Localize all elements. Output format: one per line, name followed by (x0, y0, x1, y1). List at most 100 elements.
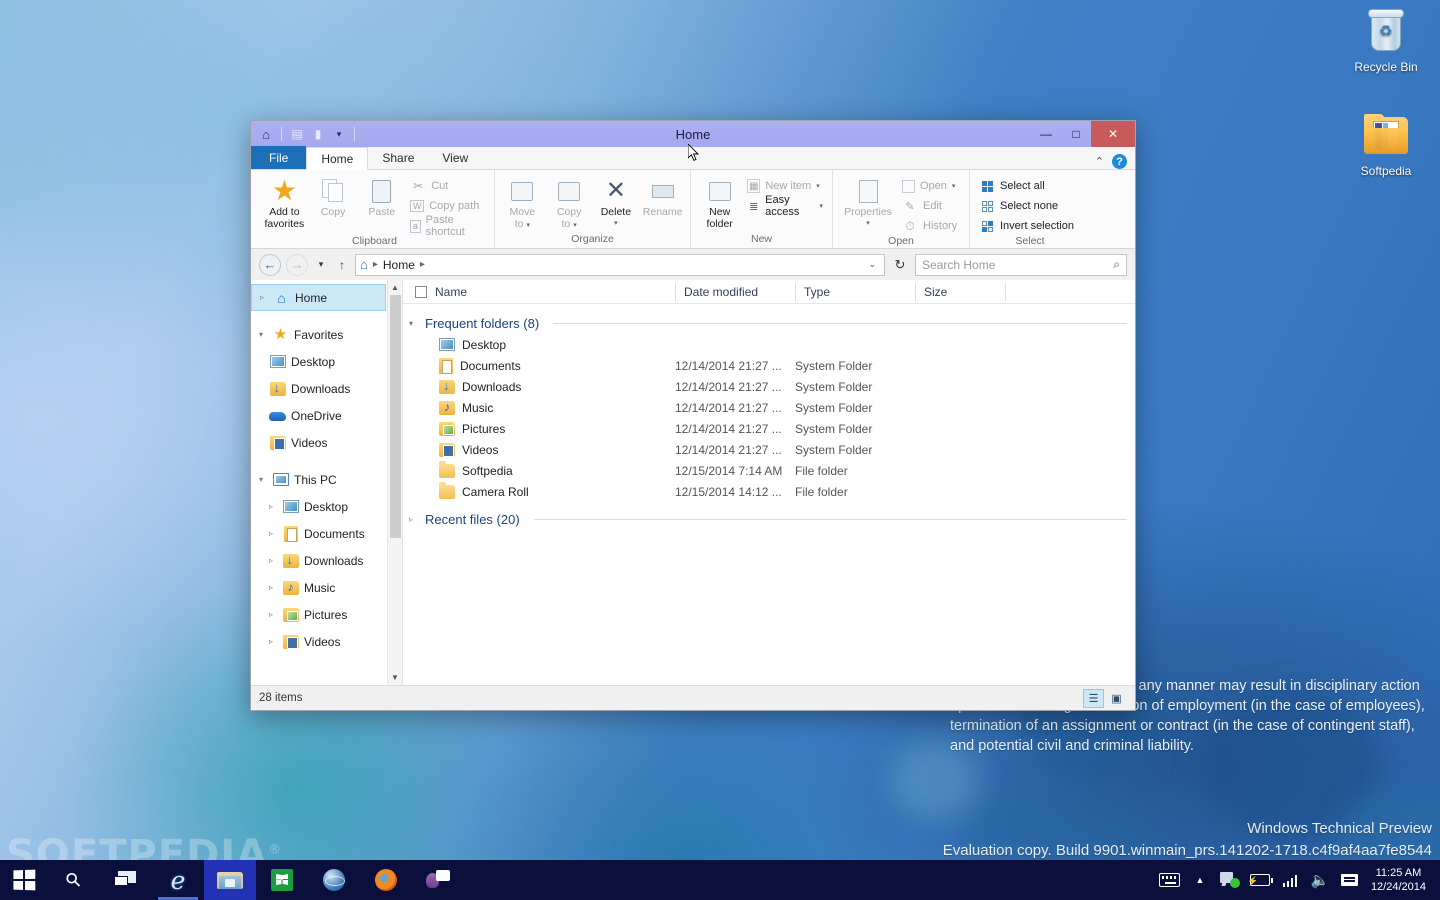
copy-path-button[interactable]: W Copy path (407, 197, 488, 215)
sidebar-item-this-pc[interactable]: ▾ This PC (251, 466, 402, 493)
navigation-bar[interactable]: ← → ▾ ↑ ⌂ ▸ Home ▸ ⌄ ↻ Search Home ⌕ (251, 249, 1135, 280)
qat-properties-icon[interactable]: ▤ (288, 125, 306, 143)
invert-selection-button[interactable]: Invert selection (976, 217, 1077, 235)
section-twisty-icon[interactable]: ▹ (409, 515, 419, 524)
column-header-name[interactable]: Name (403, 283, 675, 301)
easy-access-dropdown-icon[interactable]: ▾ (819, 202, 823, 210)
table-row[interactable]: Downloads 12/14/2014 21:27 ... System Fo… (403, 376, 1135, 397)
twisty-icon[interactable]: ▹ (265, 502, 277, 511)
desktop-icon-recycle-bin[interactable]: ♻ Recycle Bin (1340, 6, 1432, 75)
sidebar-item-favorites[interactable]: ▾ ★ Favorites (251, 321, 402, 348)
twisty-icon[interactable]: ▹ (265, 556, 277, 565)
qat-new-folder-icon[interactable]: ▮ (309, 125, 327, 143)
sidebar-item-home[interactable]: ▹ ⌂ Home (251, 284, 386, 311)
cut-button[interactable]: ✂ Cut (407, 177, 488, 195)
column-headers[interactable]: Name Date modified Type Size (403, 280, 1135, 304)
sidebar-item-favorites-videos[interactable]: Videos (251, 429, 402, 456)
sidebar-item-pc-desktop[interactable]: ▹ Desktop (251, 493, 402, 520)
breadcrumb-item-home[interactable]: Home (383, 258, 415, 272)
minimize-button[interactable]: — (1031, 121, 1061, 147)
network-icon[interactable] (1275, 860, 1305, 900)
file-explorer-window[interactable]: ⌂ ▤ ▮ ▾ Home — □ ✕ File Home Share View … (250, 120, 1136, 711)
sidebar-item-pc-pictures[interactable]: ▹ Pictures (251, 601, 402, 628)
file-list[interactable]: ▾ Frequent folders (8) Desktop Documents… (403, 304, 1135, 685)
tab-file[interactable]: File (251, 146, 306, 169)
sidebar-item-pc-documents[interactable]: ▹ Documents (251, 520, 402, 547)
twisty-icon[interactable]: ▹ (265, 529, 277, 538)
taskbar[interactable]: ⚲ e (0, 860, 1440, 900)
address-dropdown-icon[interactable]: ⌄ (868, 259, 880, 270)
add-to-favorites-button[interactable]: ★ Add to favorites (261, 174, 308, 230)
twisty-icon[interactable]: ▹ (265, 583, 277, 592)
select-all-button[interactable]: Select all (976, 177, 1077, 195)
table-row[interactable]: Music 12/14/2014 21:27 ... System Folder (403, 397, 1135, 418)
table-row[interactable]: Pictures 12/14/2014 21:27 ... System Fol… (403, 418, 1135, 439)
new-item-dropdown-icon[interactable]: ▾ (816, 182, 820, 190)
system-tray[interactable]: ▲ ⚡ 🔈 11:25 AM 12/24/2014 (1155, 860, 1440, 900)
sidebar-item-pc-downloads[interactable]: ▹ Downloads (251, 547, 402, 574)
new-folder-button[interactable]: New folder (697, 174, 742, 230)
taskbar-internet-explorer-button[interactable]: e (152, 860, 204, 900)
show-hidden-icons-icon[interactable]: ▲ (1185, 860, 1215, 900)
tab-view[interactable]: View (428, 146, 482, 169)
tab-share[interactable]: Share (368, 146, 428, 169)
column-header-type[interactable]: Type (795, 283, 915, 301)
sidebar-item-favorites-onedrive[interactable]: OneDrive (251, 402, 402, 429)
table-row[interactable]: Videos 12/14/2014 21:27 ... System Folde… (403, 439, 1135, 460)
large-icons-view-button[interactable]: ▣ (1106, 689, 1127, 708)
twisty-icon[interactable]: ▾ (255, 475, 267, 484)
table-row[interactable]: Desktop (403, 334, 1135, 355)
start-button[interactable] (0, 860, 48, 900)
breadcrumb-separator[interactable]: ▸ (418, 259, 427, 270)
view-buttons[interactable]: ☰ ▣ (1083, 689, 1127, 708)
column-header-date-modified[interactable]: Date modified (675, 283, 795, 301)
window-controls[interactable]: — □ ✕ (1031, 121, 1135, 147)
ribbon[interactable]: ★ Add to favorites Copy (251, 170, 1135, 249)
select-none-button[interactable]: Select none (976, 197, 1077, 215)
up-button[interactable]: ↑ (334, 254, 350, 276)
search-box[interactable]: Search Home ⌕ (915, 254, 1127, 276)
section-frequent-folders[interactable]: ▾ Frequent folders (8) (403, 312, 1135, 334)
recent-locations-button[interactable]: ▾ (313, 254, 329, 276)
taskbar-search-button[interactable]: ⚲ (48, 860, 100, 900)
details-view-button[interactable]: ☰ (1083, 689, 1104, 708)
column-header-size[interactable]: Size (915, 283, 1005, 301)
sidebar-item-favorites-downloads[interactable]: Downloads (251, 375, 402, 402)
clock[interactable]: 11:25 AM 12/24/2014 (1365, 866, 1436, 894)
navigation-pane[interactable]: ▹ ⌂ Home ▾ ★ Favorites Desktop Downloads (251, 280, 403, 685)
scrollbar-thumb[interactable] (390, 295, 401, 538)
select-all-checkbox[interactable] (415, 286, 427, 298)
desktop-icon-softpedia[interactable]: Softpedia (1340, 110, 1432, 179)
sidebar-item-favorites-desktop[interactable]: Desktop (251, 348, 402, 375)
maximize-button[interactable]: □ (1061, 121, 1091, 147)
search-icon[interactable]: ⌕ (1113, 257, 1120, 272)
help-icon[interactable]: ? (1112, 154, 1127, 169)
taskbar-messaging-button[interactable] (412, 860, 464, 900)
tab-home[interactable]: Home (306, 147, 368, 170)
rename-button[interactable]: Rename (641, 174, 684, 218)
open-dropdown-icon[interactable]: ▾ (952, 182, 956, 190)
volume-icon[interactable]: 🔈 (1305, 860, 1335, 900)
desktop[interactable]: ♻ Recycle Bin Softpedia SOFTPEDIA® croso… (0, 0, 1440, 900)
section-twisty-icon[interactable]: ▾ (409, 319, 419, 328)
battery-icon[interactable]: ⚡ (1245, 860, 1275, 900)
taskbar-file-explorer-button[interactable] (204, 860, 256, 900)
taskbar-task-view-button[interactable] (100, 860, 152, 900)
twisty-icon[interactable]: ▾ (255, 330, 267, 339)
copy-button[interactable]: Copy (310, 174, 357, 218)
taskbar-store-button[interactable] (256, 860, 308, 900)
qat-customize-icon[interactable]: ▾ (330, 125, 348, 143)
open-button[interactable]: Open ▾ (899, 177, 960, 195)
quick-access-toolbar[interactable]: ⌂ ▤ ▮ ▾ (251, 125, 358, 143)
sidebar-item-pc-videos[interactable]: ▹ Videos (251, 628, 402, 655)
taskbar-firefox-button[interactable] (360, 860, 412, 900)
scroll-up-arrow-icon[interactable]: ▲ (388, 280, 402, 295)
properties-button[interactable]: Properties ▾ (839, 174, 897, 230)
qat-home-icon[interactable]: ⌂ (257, 125, 275, 143)
edit-button[interactable]: ✎ Edit (899, 197, 960, 215)
delete-dropdown-icon[interactable]: ▾ (614, 218, 618, 230)
sidebar-scrollbar[interactable]: ▲ ▼ (387, 280, 402, 685)
action-center-icon[interactable] (1335, 860, 1365, 900)
paste-button[interactable]: Paste (358, 174, 405, 218)
collapse-ribbon-icon[interactable]: ⌃ (1095, 155, 1104, 168)
